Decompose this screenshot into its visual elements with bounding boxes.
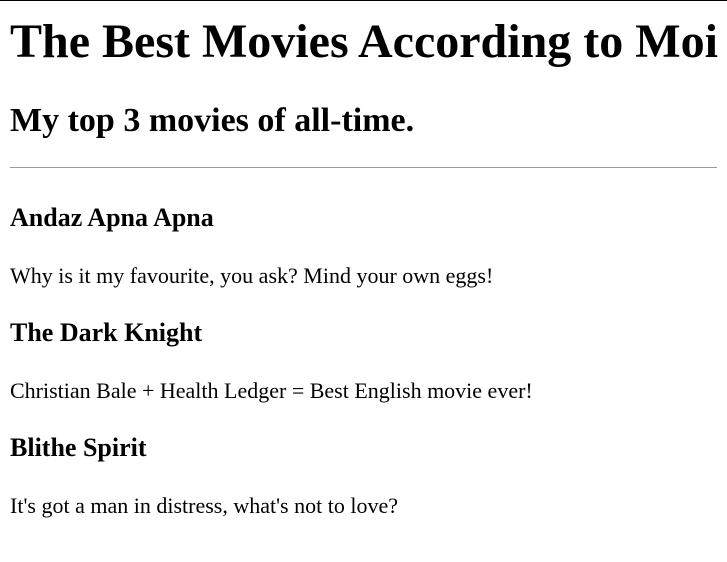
- movie-title: Blithe Spirit: [10, 433, 147, 462]
- page-title: The Best Movies According to Moi: [10, 15, 718, 68]
- movie-description: Christian Bale + Health Ledger = Best En…: [10, 378, 533, 403]
- movie-title: Andaz Apna Apna: [10, 203, 214, 232]
- divider: [10, 167, 717, 168]
- page-subtitle: My top 3 movies of all-time.: [10, 102, 415, 139]
- movie-title: The Dark Knight: [10, 318, 203, 347]
- movie-description: Why is it my favourite, you ask? Mind yo…: [10, 263, 494, 288]
- movie-description: It's got a man in distress, what's not t…: [10, 493, 398, 518]
